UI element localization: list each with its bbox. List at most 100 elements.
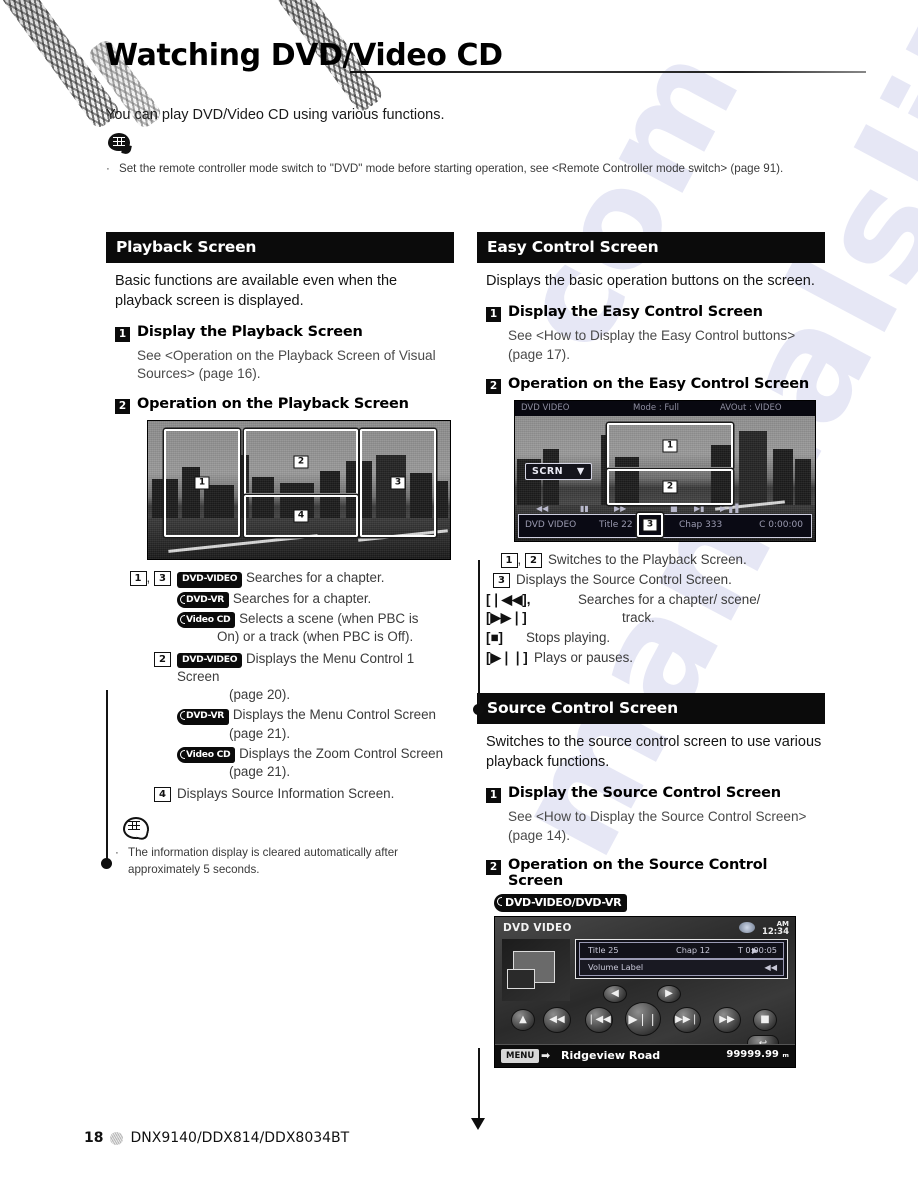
legend-sep: , (517, 552, 522, 568)
leader-line (478, 1048, 480, 1122)
chevron-down-icon: ▼ (576, 466, 585, 478)
zone-marker-3[interactable]: 3 (637, 513, 663, 538)
button-fast-forward[interactable]: ▶▶ (713, 1006, 741, 1033)
zone-marker-2[interactable]: 2 (607, 469, 733, 506)
legend-row: 1, 3 DVD-VIDEO Searches for a chapter. (115, 569, 452, 588)
button-play-pause[interactable]: ▶❘❘ (625, 1001, 661, 1036)
legend-desc: Searches for a chapter. (232, 590, 372, 606)
zone-marker-2[interactable]: 2 (244, 429, 358, 496)
menu-button[interactable]: MENU (501, 1048, 540, 1063)
source-lead: Switches to the source control screen to… (486, 734, 822, 770)
legend-row: [▶❘❘] Plays or pauses. (486, 649, 823, 667)
page-number: 18 (84, 1130, 104, 1146)
disc-type-caption: DVD-VIDEO/DVD-VR (494, 894, 823, 912)
legend-key: 2 (115, 650, 177, 668)
manual-page: manualslib com Watching DVD/Video CD You… (0, 0, 918, 1188)
step-operation-playback: 2 Operation on the Playback Screen (115, 396, 452, 415)
legend-sep: , (146, 570, 151, 586)
legend-row: 4 Displays Source Information Screen. (115, 785, 452, 803)
info-volume-label: Volume Label (588, 961, 644, 972)
scrn-button[interactable]: SCRN ▼ (525, 463, 592, 481)
button-next[interactable]: ▶▶❘ (673, 1006, 701, 1033)
step-label: Display the Easy Control Screen (508, 303, 763, 320)
easy-status-bar: DVD VIDEO Title 22 Chap 333 C 0:00:00 (518, 514, 812, 539)
zone-tag: 1 (194, 476, 210, 490)
step-subtext: See <Operation on the Playback Screen of… (137, 347, 436, 382)
leader-arrowhead (471, 1118, 485, 1130)
title-rule (350, 71, 866, 73)
zone-marker-1[interactable]: 1 (164, 429, 240, 538)
osd-source: DVD VIDEO (521, 403, 570, 414)
legend-desc-cont: (page 21). (229, 725, 291, 741)
info-time: T 0:00:05 (737, 944, 777, 955)
step-number: 2 (486, 379, 501, 395)
status-time: C 0:00:00 (759, 520, 803, 531)
panel-heading-easy-control: Easy Control Screen (477, 232, 825, 263)
source-control-panel: Source Control Screen Switches to the so… (477, 693, 825, 1068)
zone-tag: 4 (293, 509, 309, 523)
zone-ref: 3 (154, 571, 171, 587)
clock-time: 12:34 (761, 927, 789, 938)
legend-text: Video CD Selects a scene (when PBC is On… (177, 610, 452, 646)
legend-text: Video CD Displays the Zoom Control Scree… (177, 745, 452, 781)
transport-prev-icon[interactable]: ◀◀ (536, 503, 548, 514)
zone-marker-4[interactable]: 4 (244, 495, 358, 538)
zone-ref: 2 (154, 652, 171, 668)
zone-marker-3[interactable]: 3 (360, 429, 436, 538)
distance: 99999.99 ₘ (726, 1048, 789, 1060)
status-source: DVD VIDEO (525, 520, 577, 531)
badge-video-cd: Video CD (177, 747, 236, 763)
playback-legend: 1, 3 DVD-VIDEO Searches for a chapter. D… (115, 569, 452, 803)
legend-desc-cont: On) or a track (when PBC is Off). (217, 629, 414, 645)
status-chap: Chap 333 (679, 520, 723, 531)
easy-control-legend: 1, 2 Switches to the Playback Screen. 3 … (486, 551, 823, 667)
button-rewind[interactable]: ◀◀ (543, 1006, 571, 1033)
button-stop[interactable]: ■ (753, 1008, 777, 1031)
disc-icon (739, 921, 755, 933)
zone-tag: 3 (390, 476, 406, 490)
button-previous[interactable]: ❘◀◀ (585, 1006, 613, 1033)
leader-line (106, 690, 108, 862)
legend-desc-cont: track. (622, 610, 655, 626)
step-label: Operation on the Playback Screen (137, 396, 409, 413)
step-label: Display the Source Control Screen (508, 784, 781, 801)
step-number: 2 (486, 860, 501, 876)
zone-tag: 2 (662, 480, 678, 494)
legend-desc-cont: (page 20). (229, 687, 291, 703)
button-left[interactable]: ◀ (603, 984, 627, 1003)
info-chap: Chap 12 (676, 944, 711, 955)
legend-symbol-playpause: [▶❘❘] (486, 650, 528, 666)
note-bullet: · (106, 162, 110, 175)
legend-row: Video CD Displays the Zoom Control Scree… (115, 745, 452, 781)
note-bullet: · (115, 845, 119, 859)
note-bubble-icon (123, 816, 150, 841)
zone-tag: 2 (293, 455, 309, 469)
transport-rew-icon[interactable]: ▮▮ (580, 503, 589, 514)
legend-desc: Displays the Menu Control Screen (232, 707, 436, 723)
badge-dvd-video-dvd-vr: DVD-VIDEO/DVD-VR (494, 894, 628, 912)
button-right[interactable]: ▶ (657, 984, 681, 1003)
zone-ref: 4 (154, 786, 171, 802)
legend-symbol-search: [❘◀◀], [▶▶❘] (486, 592, 531, 626)
step-subtext: See <How to Display the Easy Control but… (508, 327, 796, 362)
panel-heading-playback: Playback Screen (106, 232, 454, 263)
note-text: Set the remote controller mode switch to… (119, 162, 784, 175)
legend-key: 4 (115, 785, 177, 803)
step-display-playback: 1 Display the Playback Screen (115, 324, 452, 342)
zone-marker-1[interactable]: 1 (607, 423, 733, 470)
legend-text: DVD-VR Searches for a chapter. (177, 590, 452, 608)
legend-row: [■] Stops playing. (486, 629, 823, 647)
legend-desc: Switches to the Playback Screen. (548, 552, 747, 568)
legend-row: 3 Displays the Source Control Screen. (486, 571, 823, 589)
playback-note: · The information display is cleared aut… (115, 816, 452, 876)
button-up[interactable]: ▲ (511, 1008, 535, 1031)
legend-symbol-stop: [■] (486, 630, 504, 646)
legend-row: DVD-VR Displays the Menu Control Screen … (115, 706, 452, 742)
legend-desc: Displays the Source Control Screen. (516, 572, 732, 588)
playback-screen-panel: Playback Screen Basic functions are avai… (106, 232, 454, 876)
legend-text: DVD-VIDEO Displays the Menu Control 1 Sc… (177, 650, 452, 704)
legend-text: Searches for a chapter/ scene/ track. (578, 591, 823, 627)
source-title: DVD VIDEO (503, 921, 572, 934)
scroll-icon: ◀◀ (764, 961, 777, 972)
legend-desc: Displays Source Information Screen. (177, 785, 395, 801)
